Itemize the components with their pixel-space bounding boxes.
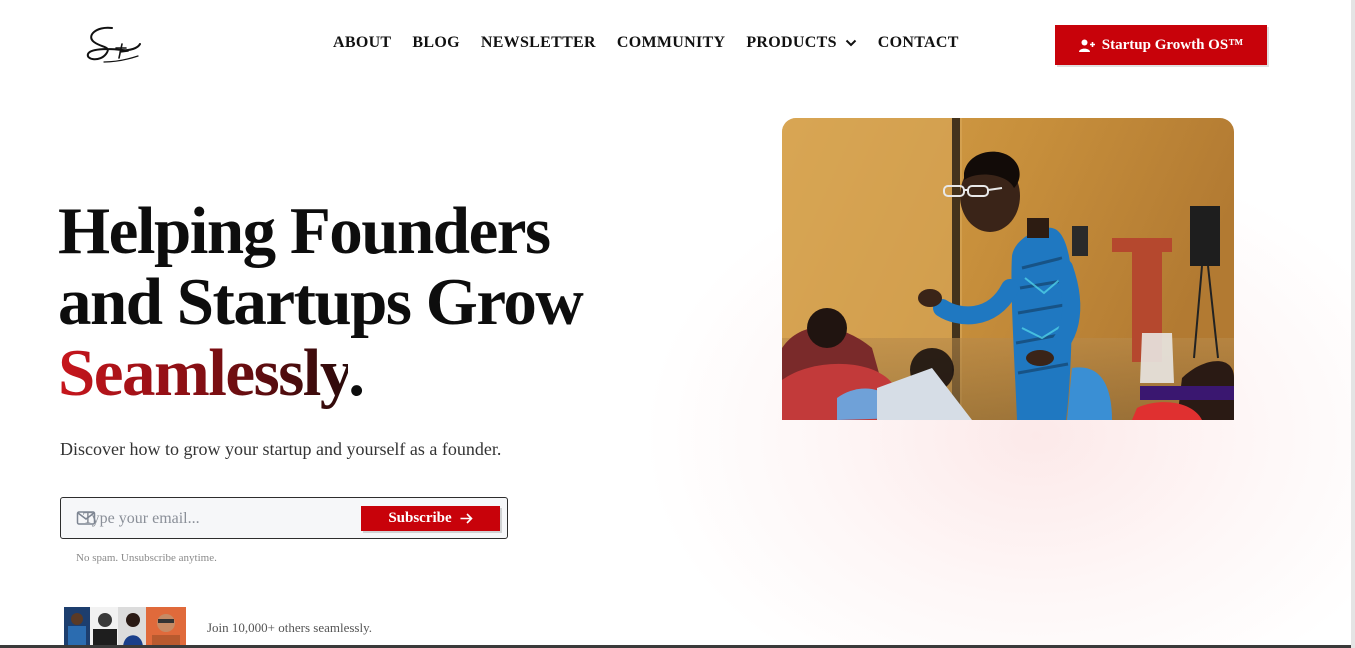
social-proof-text: Join 10,000+ others seamlessly. — [207, 620, 373, 635]
subscribe-button-label: Subscribe — [388, 510, 452, 526]
signature-logo-icon[interactable] — [82, 22, 144, 68]
nav-about-label: ABOUT — [333, 34, 392, 51]
nav-newsletter[interactable]: NEWSLETTER — [481, 34, 596, 52]
hero-title-line-1: Helping Founders — [58, 194, 551, 268]
nav-products[interactable]: PRODUCTS — [746, 34, 856, 52]
user-plus-icon — [1078, 39, 1095, 52]
nav-products-label: PRODUCTS — [746, 34, 837, 51]
hero-title-line-2: and Startups Grow — [58, 265, 584, 339]
startup-growth-os-label: Startup Growth OS™ — [1101, 36, 1244, 53]
avatar — [146, 607, 186, 648]
no-spam-note: No spam. Unsubscribe anytime. — [76, 552, 217, 564]
mail-icon — [76, 511, 96, 525]
main-nav: ABOUT BLOG NEWSLETTER COMMUNITY PRODUCTS… — [333, 34, 959, 52]
nav-blog-label: BLOG — [412, 34, 460, 51]
nav-about[interactable]: ABOUT — [333, 34, 391, 52]
nav-blog[interactable]: BLOG — [412, 34, 459, 52]
nav-newsletter-label: NEWSLETTER — [480, 34, 596, 51]
nav-community[interactable]: COMMUNITY — [617, 34, 725, 52]
avatar — [118, 607, 148, 648]
hero-title-line-3: Seamlessly. — [58, 338, 678, 409]
arrow-right-icon — [460, 513, 473, 524]
avatar — [90, 607, 120, 648]
avatar — [64, 607, 90, 648]
email-input[interactable] — [83, 507, 353, 531]
nav-community-label: COMMUNITY — [616, 34, 726, 51]
subscribe-button[interactable]: Subscribe — [361, 506, 500, 531]
hero-subtitle: Discover how to grow your startup and yo… — [60, 439, 502, 459]
avatar-group — [64, 607, 186, 648]
scrollbar[interactable] — [1351, 0, 1355, 648]
subscribe-form: Subscribe — [60, 497, 508, 539]
hero-title: Helping Founders and Startups Grow Seaml… — [58, 196, 678, 409]
startup-growth-os-button[interactable]: Startup Growth OS™ — [1055, 25, 1267, 65]
nav-contact[interactable]: CONTACT — [878, 34, 959, 52]
hero-photo — [782, 118, 1234, 420]
nav-contact-label: CONTACT — [877, 34, 959, 51]
chevron-down-icon — [845, 39, 856, 47]
hero-title-period: . — [348, 336, 365, 410]
hero-title-accent: Seamlessly — [58, 336, 350, 410]
